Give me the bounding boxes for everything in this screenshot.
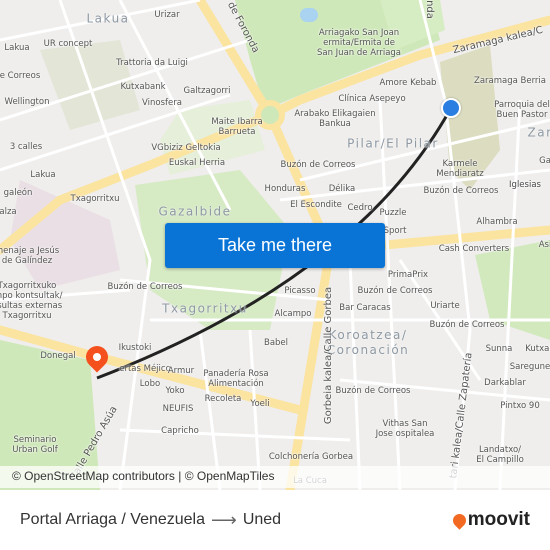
- place-label: VGbiziz Geltokia: [151, 143, 221, 153]
- take-me-there-button[interactable]: Take me there: [165, 223, 385, 268]
- place-label: Parroquia del Buen Pastor: [494, 100, 550, 120]
- street-label: nda: [423, 0, 435, 19]
- place-label: Bar Caracas: [339, 303, 391, 313]
- place-label: Honduras: [264, 184, 306, 194]
- district-label: Lakua: [86, 11, 130, 26]
- origin-marker[interactable]: [441, 98, 461, 118]
- place-label: menaje a Jesús de Galíndez: [0, 246, 60, 266]
- place-label: Buzón de Correos: [357, 286, 433, 296]
- place-label: Babel: [263, 338, 289, 348]
- place-label: Colchonería Gorbea: [268, 452, 354, 462]
- place-label: Ikustoki: [118, 343, 152, 353]
- place-label: Asi: [538, 240, 550, 250]
- place-label: Buzón de Correos: [429, 320, 505, 330]
- place-label: UR concept: [43, 39, 93, 49]
- place-label: Karmele Mendiaratz: [436, 159, 484, 179]
- place-label: Lakua: [30, 170, 56, 180]
- district-label: Zar: [527, 125, 550, 140]
- map[interactable]: Lakua Gazalbide Pilar/El Pilar Txagorrit…: [0, 0, 550, 490]
- place-label: Lakua: [4, 43, 30, 53]
- place-label: ertas Méjico: [119, 364, 171, 374]
- place-label: Cedro: [347, 203, 373, 213]
- arrow-right-icon: ⟶: [211, 509, 237, 530]
- place-label: Pintxo 90: [500, 401, 540, 411]
- place-label: Vinosfera: [142, 98, 182, 108]
- place-label: Sunna: [485, 344, 513, 354]
- route-summary: Portal Arriaga / Venezuela ⟶ Uned: [20, 510, 281, 531]
- place-label: Buzón de Correos: [335, 386, 411, 396]
- place-label: Yoko: [165, 386, 185, 396]
- place-label: Panadería Rosa Alimentación: [203, 369, 269, 389]
- place-label: Iglesias: [509, 180, 541, 190]
- place-label: Recoleta: [204, 394, 242, 404]
- place-label: Ga: [539, 156, 550, 166]
- place-label: Yoeli: [250, 399, 270, 409]
- moovit-pin-icon: [450, 510, 469, 530]
- place-label: Uriarte: [430, 301, 460, 311]
- place-label: Alcampo: [274, 309, 312, 319]
- place-label: Buzón de Correos: [280, 160, 356, 170]
- place-label: e Correos: [0, 71, 41, 81]
- place-label: El Escondite: [290, 200, 342, 210]
- place-label: Txagorritxuko anpo kontsultak/ nsultas e…: [0, 281, 63, 321]
- place-label: Maite Ibarra Barrueta: [211, 117, 263, 137]
- place-label: Trattoria da Luigi: [116, 58, 188, 68]
- brand-name: moovit: [467, 509, 530, 530]
- moovit-logo: moovit: [450, 509, 530, 531]
- place-label: Wellington: [4, 97, 50, 107]
- place-label: Arriagako San Joan ermita/Ermita de San …: [316, 28, 402, 58]
- place-label: Picasso: [284, 286, 316, 296]
- place-label: Armur: [167, 366, 195, 376]
- place-label: Galtzagorri: [183, 86, 231, 96]
- place-label: Darkablar: [484, 378, 526, 388]
- place-label: Kutxab: [525, 344, 550, 354]
- place-label: Sport: [383, 226, 407, 236]
- place-label: Zaramaga Berria: [473, 76, 547, 86]
- origin-name: Portal Arriaga / Venezuela: [20, 511, 206, 528]
- place-label: Clínica Asepeyo: [338, 94, 406, 104]
- place-label: Lobo: [139, 379, 161, 389]
- place-label: Buzón de Correos: [107, 282, 183, 292]
- district-label: Gazalbide: [158, 204, 232, 219]
- destination-name: Uned: [242, 511, 282, 528]
- place-label: Donegal: [40, 351, 76, 361]
- place-label: Vithas San Jose ospitalea: [375, 419, 435, 439]
- place-label: alza: [0, 207, 17, 217]
- place-label: Saregune: [509, 362, 550, 372]
- map-attribution[interactable]: © OpenStreetMap contributors | © OpenMap…: [0, 466, 550, 488]
- footer: Portal Arriaga / Venezuela ⟶ Uned moovit: [0, 490, 550, 550]
- place-label: 3 calles: [9, 142, 43, 152]
- place-label: PrimaPrix: [387, 270, 429, 280]
- place-label: Euskal Herria: [168, 158, 226, 168]
- place-label: Amore Kebab: [379, 78, 437, 88]
- place-label: Cash Converters: [438, 244, 510, 254]
- place-label: Capricho: [161, 426, 199, 436]
- district-label: Txagorritxu: [162, 301, 248, 316]
- place-label: Buzón de Correos: [423, 186, 499, 196]
- place-label: Txagorritxu: [70, 194, 120, 204]
- place-label: Délika: [328, 184, 356, 194]
- place-label: Puzzle: [379, 208, 407, 218]
- place-label: Urizar: [154, 10, 180, 20]
- district-label: Pilar/El Pilar: [347, 136, 439, 151]
- district-label: Koroatzea/ Coronación: [326, 328, 410, 357]
- place-label: Arabako Elikagaien Bankua: [294, 109, 376, 129]
- place-label: galeón: [3, 188, 33, 198]
- place-label: Landatxo/ El Campillo: [476, 445, 524, 465]
- place-label: Alhambra: [476, 217, 518, 227]
- place-label: NEUFIS: [162, 404, 194, 414]
- place-label: Kutxabank: [120, 82, 166, 92]
- street-label: Gorbeia kalea/Calle Gorbea: [323, 286, 335, 425]
- place-label: Seminario Urban Golf: [12, 435, 58, 455]
